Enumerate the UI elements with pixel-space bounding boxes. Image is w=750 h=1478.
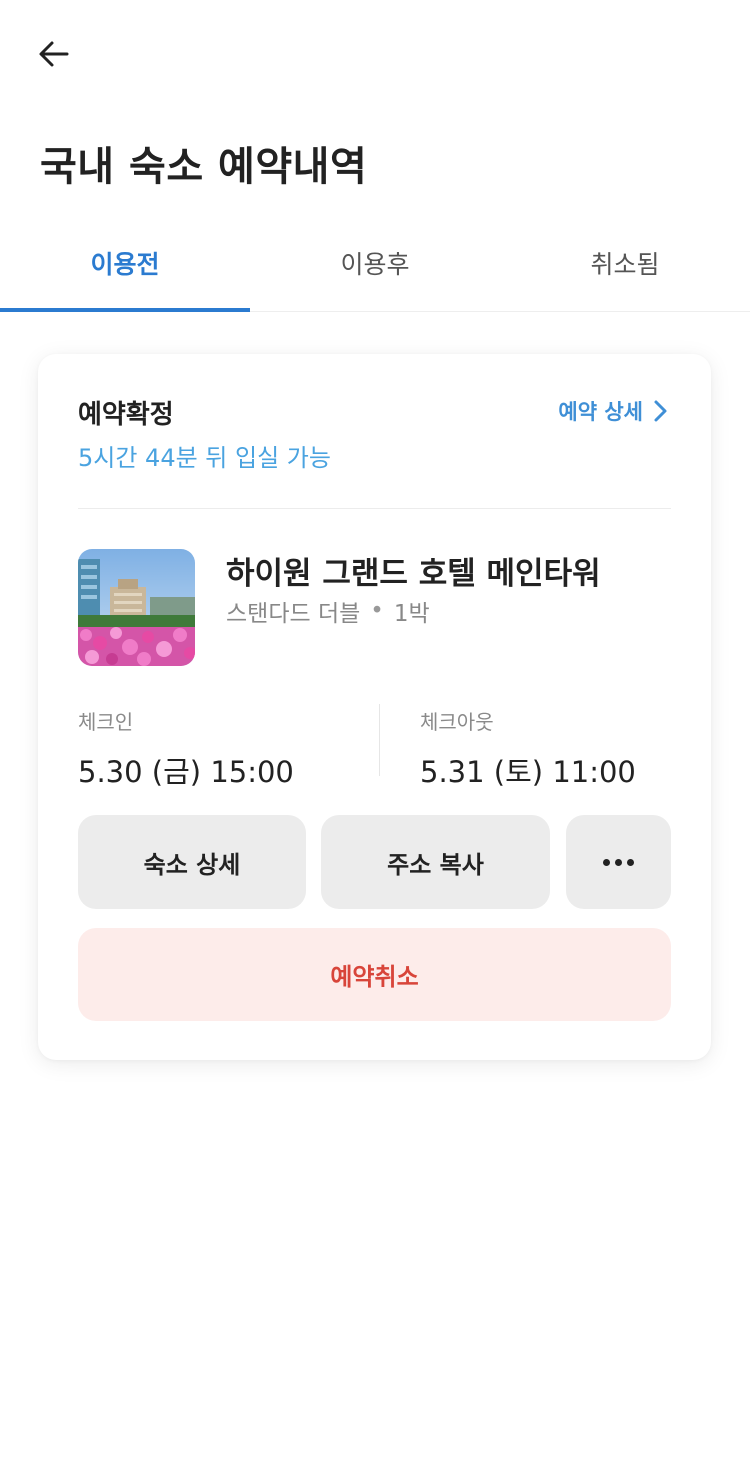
more-horizontal-icon [603, 858, 634, 866]
property-detail-button[interactable]: 숙소 상세 [78, 815, 306, 909]
checkout-value: 5.31 (토) 11:00 [420, 755, 636, 789]
checkin-checkout-divider [379, 704, 380, 776]
room-type: 스탠다드 더블 [226, 601, 361, 627]
checkout-label: 체크아웃 [420, 710, 494, 734]
nights: 1박 [393, 601, 430, 627]
hotel-name[interactable]: 하이원 그랜드 호텔 메인타워 [226, 548, 601, 593]
chevron-right-icon [654, 400, 667, 422]
hotel-photo [78, 549, 195, 666]
copy-address-button[interactable]: 주소 복사 [321, 815, 550, 909]
page-title: 국내 숙소 예약내역 [40, 144, 368, 190]
tab-bar: 이용전 이용후 취소됨 [0, 228, 750, 312]
reservation-detail-link[interactable]: 예약 상세 [558, 396, 669, 426]
checkin-label: 체크인 [78, 710, 134, 734]
hotel-thumbnail[interactable] [78, 549, 195, 666]
card-divider [78, 508, 671, 509]
separator-dot: • [370, 598, 384, 624]
checkin-value: 5.30 (금) 15:00 [78, 755, 294, 789]
tab-cancelled[interactable]: 취소됨 [500, 228, 750, 311]
cancel-reservation-button[interactable]: 예약취소 [78, 928, 671, 1021]
reservation-card: 예약확정 5시간 44분 뒤 입실 가능 예약 상세 하이원 그랜드 호텔 메인… [38, 354, 711, 1060]
reservation-status: 예약확정 [78, 400, 174, 430]
more-options-button[interactable] [566, 815, 671, 909]
checkin-block: 체크인 5.30 (금) 15:00 [78, 706, 294, 791]
reservation-detail-label: 예약 상세 [558, 400, 643, 424]
checkin-countdown: 5시간 44분 뒤 입실 가능 [78, 444, 331, 472]
checkout-block: 체크아웃 5.31 (토) 11:00 [420, 706, 636, 791]
room-info: 스탠다드 더블 • 1박 [226, 594, 430, 628]
arrow-left-icon [39, 41, 69, 67]
reservations-page: 국내 숙소 예약내역 이용전 이용후 취소됨 예약확정 5시간 44분 뒤 입실… [0, 0, 750, 1478]
tab-upcoming[interactable]: 이용전 [0, 228, 250, 312]
back-button[interactable] [30, 30, 78, 78]
tab-completed[interactable]: 이용후 [250, 228, 500, 311]
